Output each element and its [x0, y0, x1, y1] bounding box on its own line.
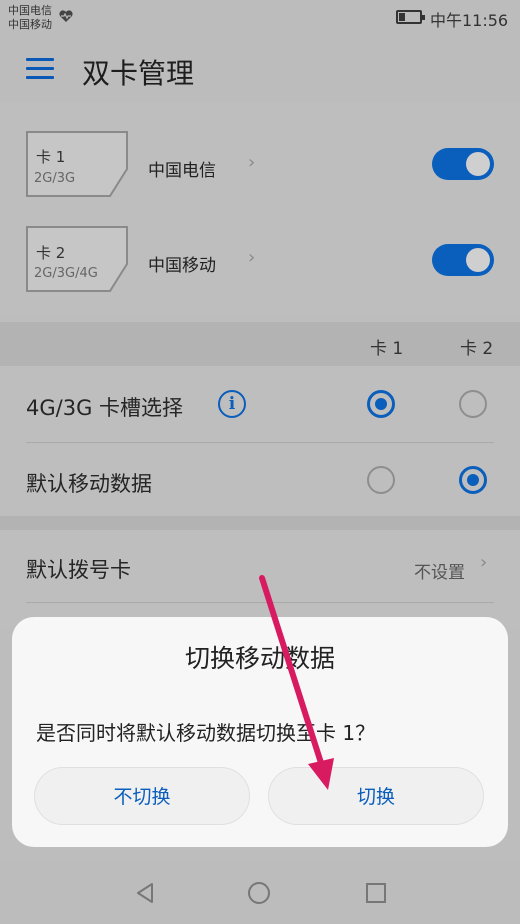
chevron-right-icon: › [248, 247, 256, 268]
sim-list: 卡 1 2G/3G 中国电信 › 卡 2 2G/3G/4G 中国移动 › [0, 102, 520, 316]
card-column-header: 卡 1 卡 2 [0, 322, 520, 366]
chevron-right-icon: › [248, 152, 256, 173]
menu-icon[interactable] [26, 58, 54, 80]
default-data-label: 默认移动数据 [26, 472, 152, 496]
sim-1-toggle[interactable] [432, 148, 494, 180]
default-data-card1-radio[interactable] [367, 466, 395, 494]
column-card-2: 卡 2 [460, 339, 494, 359]
sim-carrier-name: 中国电信 [148, 161, 216, 181]
default-dial-row[interactable]: 默认拨号卡 不设置 › [0, 530, 520, 630]
sim-tech-label: 2G/3G [34, 171, 76, 186]
slot-select-card1-radio[interactable] [367, 390, 395, 418]
battery-icon [396, 10, 425, 24]
page-title: 双卡管理 [82, 57, 195, 90]
sim-2-toggle[interactable] [432, 244, 494, 276]
heartbeat-icon [59, 10, 73, 22]
sim-slot-label: 卡 2 [36, 244, 66, 262]
switch-data-dialog: 切换移动数据 是否同时将默认移动数据切换至卡 1？ 不切换 切换 [12, 617, 508, 847]
divider [26, 602, 494, 603]
info-icon[interactable]: i [218, 390, 246, 418]
sim-slot-label: 卡 1 [36, 148, 66, 166]
cancel-button[interactable]: 不切换 [34, 767, 250, 825]
system-nav-bar [0, 862, 520, 924]
chevron-right-icon: › [480, 552, 488, 573]
sim-tech-label: 2G/3G/4G [34, 266, 98, 281]
column-card-1: 卡 1 [370, 339, 404, 359]
section-gap [0, 516, 520, 530]
recents-icon[interactable] [366, 883, 386, 903]
dialog-message: 是否同时将默认移动数据切换至卡 1？ [36, 721, 376, 745]
home-icon[interactable] [248, 882, 270, 904]
default-dial-value: 不设置 [414, 563, 465, 583]
default-dial-label: 默认拨号卡 [26, 558, 131, 582]
app-toolbar: 双卡管理 [0, 38, 520, 102]
carrier-1-label: 中国电信 [8, 4, 52, 17]
status-bar: 中国电信 中国移动 中午11:56 [0, 0, 520, 38]
default-data-card2-radio[interactable] [459, 466, 487, 494]
card-selection-rows: 4G/3G 卡槽选择 i 默认移动数据 [0, 366, 520, 516]
confirm-switch-button[interactable]: 切换 [268, 767, 484, 825]
clock: 中午11:56 [430, 11, 509, 30]
slot-select-card2-radio[interactable] [459, 390, 487, 418]
slot-select-label: 4G/3G 卡槽选择 [26, 396, 184, 420]
divider [26, 442, 494, 443]
carrier-2-label: 中国移动 [8, 18, 52, 31]
back-icon[interactable] [134, 882, 156, 904]
dialog-title: 切换移动数据 [184, 644, 335, 673]
sim-carrier-name: 中国移动 [148, 256, 216, 276]
